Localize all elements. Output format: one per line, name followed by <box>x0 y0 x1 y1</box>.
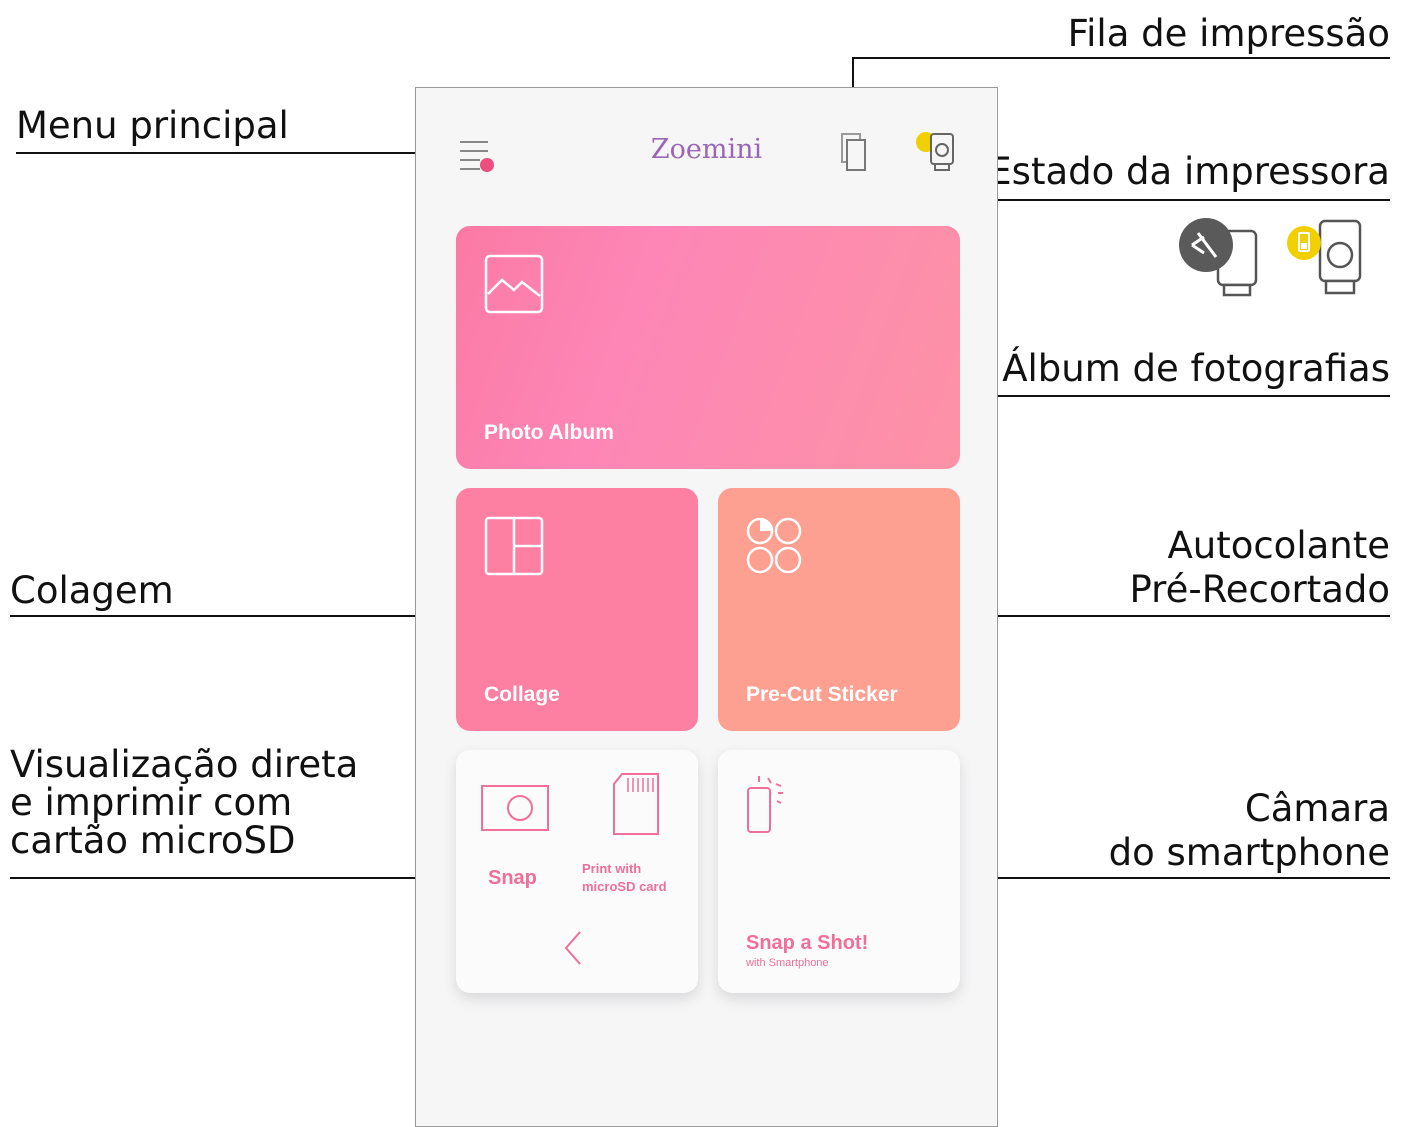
collage-grid-icon <box>484 516 544 576</box>
sd-card-icon[interactable] <box>612 772 662 838</box>
callout-line <box>852 57 1390 59</box>
callout-print-queue: Fila de impressão <box>1067 12 1390 55</box>
callout-camera-line1: Câmara <box>1244 787 1390 830</box>
callout-printer-status: Estado da impressora <box>988 150 1390 193</box>
callout-sticker-line2: Pré-Recortado <box>1129 568 1390 611</box>
phone-screen: Zoemini Photo Album Collage Pre-Cut Stic… <box>415 87 998 1127</box>
photo-album-tile[interactable]: Photo Album <box>456 226 960 469</box>
snap-shot-label: Snap a Shot! <box>746 932 869 954</box>
callout-camera-line2: do smartphone <box>1108 831 1390 874</box>
callout-preview: Visualização direta e imprimir com cartã… <box>10 743 358 863</box>
sticker-circles-icon <box>746 517 802 574</box>
snap-shot-sub: with Smartphone <box>746 957 829 969</box>
callout-line <box>10 615 483 617</box>
callout-preview-line3: cartão microSD <box>10 819 296 862</box>
sticker-tile[interactable]: Pre-Cut Sticker <box>718 488 960 731</box>
image-icon <box>484 254 544 314</box>
callout-line <box>10 877 478 879</box>
snap-shot-tile[interactable]: Snap a Shot! with Smartphone <box>718 750 960 993</box>
callout-sticker-line1: Autocolante <box>1167 524 1390 567</box>
callout-photo-album: Álbum de fotografias <box>1002 347 1390 390</box>
print-sd-line1: Print with <box>582 861 642 876</box>
callout-camera: Câmara do smartphone <box>1109 787 1390 875</box>
printer-disconnected-icon <box>1179 218 1258 297</box>
photo-album-label: Photo Album <box>484 421 614 444</box>
callout-line <box>16 152 448 154</box>
callout-main-menu: Menu principal <box>16 104 289 147</box>
collage-label: Collage <box>484 683 560 706</box>
print-sd-label[interactable]: Print with microSD card <box>582 860 667 896</box>
print-sd-line2: microSD card <box>582 879 667 894</box>
printer-status-icon[interactable] <box>914 130 960 174</box>
snap-shot-text: Snap a Shot! with Smartphone <box>746 932 868 969</box>
collage-tile[interactable]: Collage <box>456 488 698 731</box>
camera-icon[interactable] <box>480 784 550 832</box>
sticker-label: Pre-Cut Sticker <box>746 683 898 706</box>
back-chevron-icon[interactable] <box>562 930 586 966</box>
callout-collage: Colagem <box>10 569 174 612</box>
printer-battery-icon <box>1287 219 1362 295</box>
snap-tile: Snap Print with microSD card <box>456 750 698 993</box>
phone-camera-icon <box>747 776 783 833</box>
snap-label[interactable]: Snap <box>488 867 537 890</box>
print-queue-icon[interactable] <box>838 130 872 174</box>
app-title: Zoemini <box>650 134 763 165</box>
callout-sticker: Autocolante Pré-Recortado <box>1130 524 1390 612</box>
callout-line <box>940 199 1390 201</box>
